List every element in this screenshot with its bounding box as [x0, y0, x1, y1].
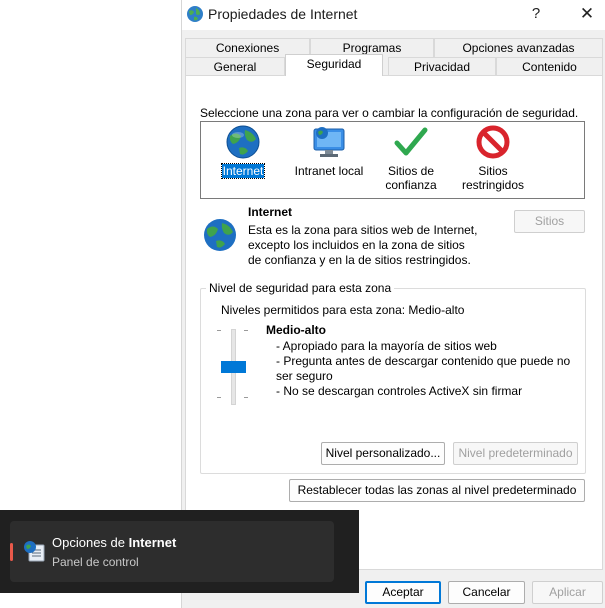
window-title: Propiedades de Internet — [208, 6, 358, 22]
popup-title: Opciones de Internet — [52, 535, 176, 550]
globe-icon — [226, 125, 260, 159]
tab-contenido[interactable]: Contenido — [496, 57, 603, 76]
allowed-levels-text: Niveles permitidos para esta zona: Medio… — [221, 303, 465, 317]
selected-zone-name: Internet — [248, 205, 293, 219]
slider-tick — [217, 330, 221, 331]
tab-seguridad[interactable]: Seguridad — [285, 54, 383, 76]
search-result-popup: Opciones de Internet Panel de control — [0, 510, 359, 593]
tab-opciones-avanzadas[interactable]: Opciones avanzadas — [434, 38, 603, 57]
internet-options-icon — [24, 541, 45, 562]
popup-title-bold: Internet — [128, 535, 177, 550]
zone-prompt: Seleccione una zona para ver o cambiar l… — [200, 106, 579, 120]
tab-privacidad[interactable]: Privacidad — [388, 57, 496, 76]
slider-tick — [217, 397, 221, 398]
zone-intranet-local[interactable]: Intranet local — [289, 124, 369, 178]
zone-label-internet: Internet — [220, 163, 266, 179]
level-bullet: - No se descargan controles ActiveX sin … — [276, 384, 523, 398]
green-check-icon — [394, 127, 428, 156]
level-bullet: - Pregunta antes de descargar contenido … — [276, 354, 571, 383]
help-button[interactable]: ? — [523, 3, 549, 25]
sites-button[interactable]: Sitios — [514, 210, 585, 233]
search-result-item[interactable]: Opciones de Internet Panel de control — [10, 521, 334, 582]
selected-zone-description: Esta es la zona para sitios web de Inter… — [248, 223, 478, 267]
apply-button[interactable]: Aplicar — [532, 581, 603, 604]
monitor-globe-icon — [313, 127, 345, 157]
default-level-button[interactable]: Nivel predeterminado — [453, 442, 578, 465]
level-bullet: - Apropiado para la mayoría de sitios we… — [276, 339, 497, 353]
zone-sitios-de-confianza[interactable]: Sitios de confianza — [371, 124, 451, 192]
slider-tick — [244, 330, 248, 331]
zone-internet[interactable]: Internet — [203, 124, 283, 179]
zone-label-sitios-restringidos: Sitios restringidos — [461, 164, 525, 192]
title-bar: Propiedades de Internet ? ✕ — [182, 0, 605, 30]
security-level-description: - Apropiado para la mayoría de sitios we… — [276, 339, 586, 399]
selection-accent — [10, 543, 13, 561]
zone-label-intranet-local: Intranet local — [294, 164, 364, 178]
zone-label-sitios-de-confianza: Sitios de confianza — [385, 164, 437, 192]
popup-subtitle: Panel de control — [52, 555, 139, 569]
popup-title-prefix: Opciones de — [52, 535, 129, 550]
close-button[interactable]: ✕ — [574, 3, 600, 25]
security-level-slider-thumb[interactable] — [221, 361, 246, 373]
selected-zone-globe-icon — [204, 219, 236, 251]
zone-sitios-restringidos[interactable]: Sitios restringidos — [453, 124, 533, 192]
cancel-button[interactable]: Cancelar — [448, 581, 525, 604]
tab-general[interactable]: General — [185, 57, 285, 76]
internet-options-icon — [187, 6, 203, 22]
custom-level-button[interactable]: Nivel personalizado... — [321, 442, 445, 465]
slider-tick — [244, 397, 248, 398]
security-panel: Seleccione una zona para ver o cambiar l… — [185, 75, 603, 570]
security-level-group-title: Nivel de seguridad para esta zona — [206, 281, 395, 295]
zone-list: Internet Intranet local Sitios de confia… — [200, 121, 585, 199]
no-entry-icon — [476, 125, 510, 159]
ok-button[interactable]: Aceptar — [365, 581, 441, 604]
security-level-name: Medio-alto — [266, 323, 326, 337]
reset-all-zones-button[interactable]: Restablecer todas las zonas al nivel pre… — [289, 479, 585, 502]
